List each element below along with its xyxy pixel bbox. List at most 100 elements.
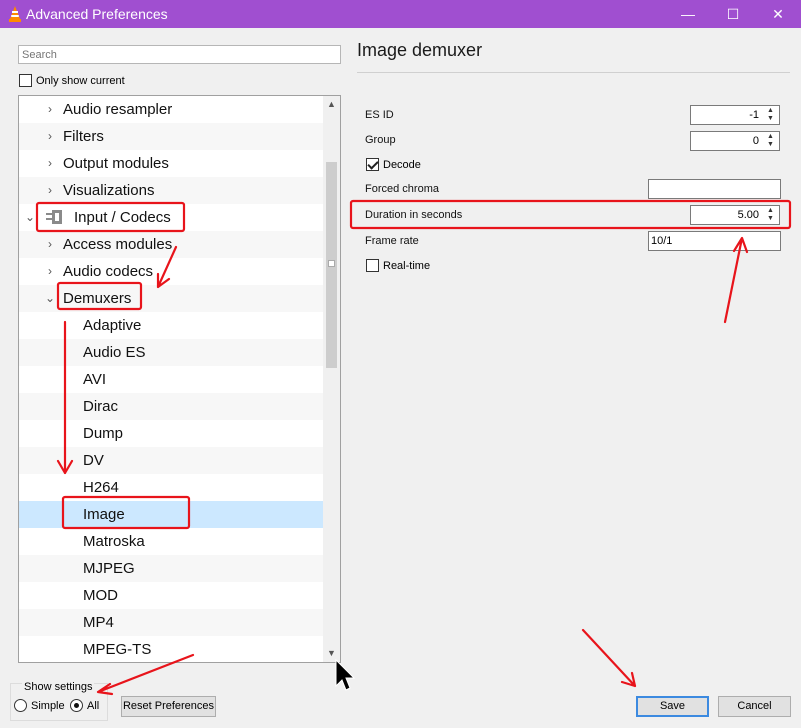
group-value: 0 <box>752 135 759 147</box>
tree-item[interactable]: MJPEG <box>19 555 323 582</box>
tree-item[interactable]: MP4 <box>19 609 323 636</box>
spin-arrows-icon[interactable]: ▲ ▼ <box>764 207 777 223</box>
realtime-checkbox[interactable] <box>366 259 379 273</box>
tree-item-label: Dump <box>83 425 124 442</box>
vlc-cone-icon <box>9 6 21 22</box>
reset-preferences-button[interactable]: Reset Preferences <box>121 696 216 717</box>
minimize-button[interactable]: — <box>665 0 711 28</box>
only-show-current[interactable]: Only show current <box>19 73 125 88</box>
chevron-right-icon[interactable]: › <box>43 258 57 285</box>
close-button[interactable]: ✕ <box>755 0 801 28</box>
es-id-value: -1 <box>749 109 759 121</box>
tree-item-label: Filters <box>63 128 104 145</box>
tree-item-label: Audio codecs <box>63 263 154 280</box>
tree-item-label: MP4 <box>83 614 114 631</box>
chevron-down-icon[interactable]: ⌄ <box>43 285 57 312</box>
tree-item-label: Audio resampler <box>63 101 173 118</box>
tree-item[interactable]: Dirac <box>19 393 323 420</box>
frame-rate-input[interactable]: 10/1 <box>648 231 781 251</box>
only-show-current-label: Only show current <box>36 74 125 87</box>
simple-radio[interactable] <box>14 699 27 713</box>
duration-value: 5.00 <box>737 209 759 221</box>
tree-item[interactable]: Matroska <box>19 528 323 555</box>
all-option[interactable]: All <box>70 698 100 713</box>
realtime-label: Real-time <box>383 259 431 272</box>
all-radio[interactable] <box>70 699 83 713</box>
maximize-button[interactable]: ☐ <box>710 0 756 28</box>
simple-option[interactable]: Simple <box>14 698 65 713</box>
tree-item[interactable]: Image <box>19 501 323 528</box>
tree-item[interactable]: › Access modules <box>19 231 323 258</box>
tree-item[interactable]: Dump <box>19 420 323 447</box>
search-input[interactable] <box>18 45 341 64</box>
decode-label: Decode <box>383 158 421 171</box>
spin-arrows-icon[interactable]: ▲ ▼ <box>764 133 777 149</box>
tree-item-label: Access modules <box>63 236 173 253</box>
panel-divider <box>357 72 790 73</box>
tree-item-label: MPEG-TS <box>83 641 152 658</box>
scroll-up-icon[interactable]: ▲ <box>323 96 340 113</box>
tree-item[interactable]: › Audio resampler <box>19 96 323 123</box>
tree-item-label: Output modules <box>63 155 169 172</box>
preferences-tree[interactable]: › Audio resampler › Filters › Output modules ›… <box>18 95 341 663</box>
tree-item[interactable]: AVI <box>19 366 323 393</box>
spin-arrows-icon[interactable]: ▲ ▼ <box>764 107 777 123</box>
tree-item-label: AVI <box>83 371 107 388</box>
chevron-right-icon[interactable]: › <box>43 96 57 123</box>
tree-item-label: Matroska <box>83 533 145 550</box>
only-show-current-checkbox[interactable] <box>19 74 32 88</box>
tree-item-label: Dirac <box>83 398 119 415</box>
tree-item[interactable]: Adaptive <box>19 312 323 339</box>
tree-item[interactable]: › Audio codecs <box>19 258 323 285</box>
tree-item[interactable]: Audio ES <box>19 339 323 366</box>
tree-item[interactable]: › Filters <box>19 123 323 150</box>
group-spinbox[interactable]: 0 ▲ ▼ <box>690 131 780 151</box>
tree-item[interactable]: H264 <box>19 474 323 501</box>
scroll-down-icon[interactable]: ▼ <box>323 645 340 662</box>
es-id-spinbox[interactable]: -1 ▲ ▼ <box>690 105 780 125</box>
tree-item-label: Adaptive <box>83 317 142 334</box>
forced-chroma-label: Forced chroma <box>365 183 439 195</box>
duration-label: Duration in seconds <box>365 209 463 221</box>
chevron-right-icon[interactable]: › <box>43 150 57 177</box>
tree-item[interactable]: ⌄ Demuxers <box>19 285 323 312</box>
tree-scrollbar[interactable]: ▲ ▼ <box>323 96 340 662</box>
title-bar: Advanced Preferences — ☐ ✕ <box>0 0 801 28</box>
chevron-right-icon[interactable]: › <box>43 231 57 258</box>
decode-option[interactable]: Decode <box>366 157 421 172</box>
tree-item-label: Visualizations <box>63 182 155 199</box>
decode-checkbox[interactable] <box>366 158 379 172</box>
cancel-button[interactable]: Cancel <box>718 696 791 717</box>
tree-item-label: Input / Codecs <box>74 209 171 226</box>
window-title: Advanced Preferences <box>26 6 168 22</box>
duration-spinbox[interactable]: 5.00 ▲ ▼ <box>690 205 780 225</box>
tree-item-label: MOD <box>83 587 118 604</box>
mouse-cursor-icon <box>335 658 356 691</box>
es-id-label: ES ID <box>365 109 394 121</box>
frame-rate-label: Frame rate <box>365 235 419 247</box>
tree-item-label: Audio ES <box>83 344 146 361</box>
forced-chroma-input[interactable] <box>648 179 781 199</box>
arrow-to-save <box>581 628 637 688</box>
tree-item-label: Demuxers <box>63 290 132 307</box>
tree-item[interactable]: MPEG-TS <box>19 636 323 662</box>
save-button[interactable]: Save <box>636 696 709 717</box>
tree-item-label: Image <box>83 506 125 523</box>
tree-item[interactable]: › Visualizations <box>19 177 323 204</box>
tree-item[interactable]: ⌄ Input / Codecs <box>19 204 323 231</box>
codec-icon <box>46 210 62 224</box>
all-label: All <box>87 699 100 712</box>
tree-item[interactable]: DV <box>19 447 323 474</box>
realtime-option[interactable]: Real-time <box>366 258 431 273</box>
tree-item[interactable]: MOD <box>19 582 323 609</box>
group-label: Group <box>365 134 396 146</box>
show-settings-title: Show settings <box>22 681 95 693</box>
tree-item-label: H264 <box>83 479 119 496</box>
panel-title: Image demuxer <box>357 40 483 60</box>
chevron-right-icon[interactable]: › <box>43 123 57 150</box>
tree-item[interactable]: › Output modules <box>19 150 323 177</box>
chevron-right-icon[interactable]: › <box>43 177 57 204</box>
chevron-down-icon[interactable]: ⌄ <box>23 204 37 231</box>
tree-item-label: MJPEG <box>83 560 135 577</box>
scrollbar-grip <box>328 260 335 267</box>
